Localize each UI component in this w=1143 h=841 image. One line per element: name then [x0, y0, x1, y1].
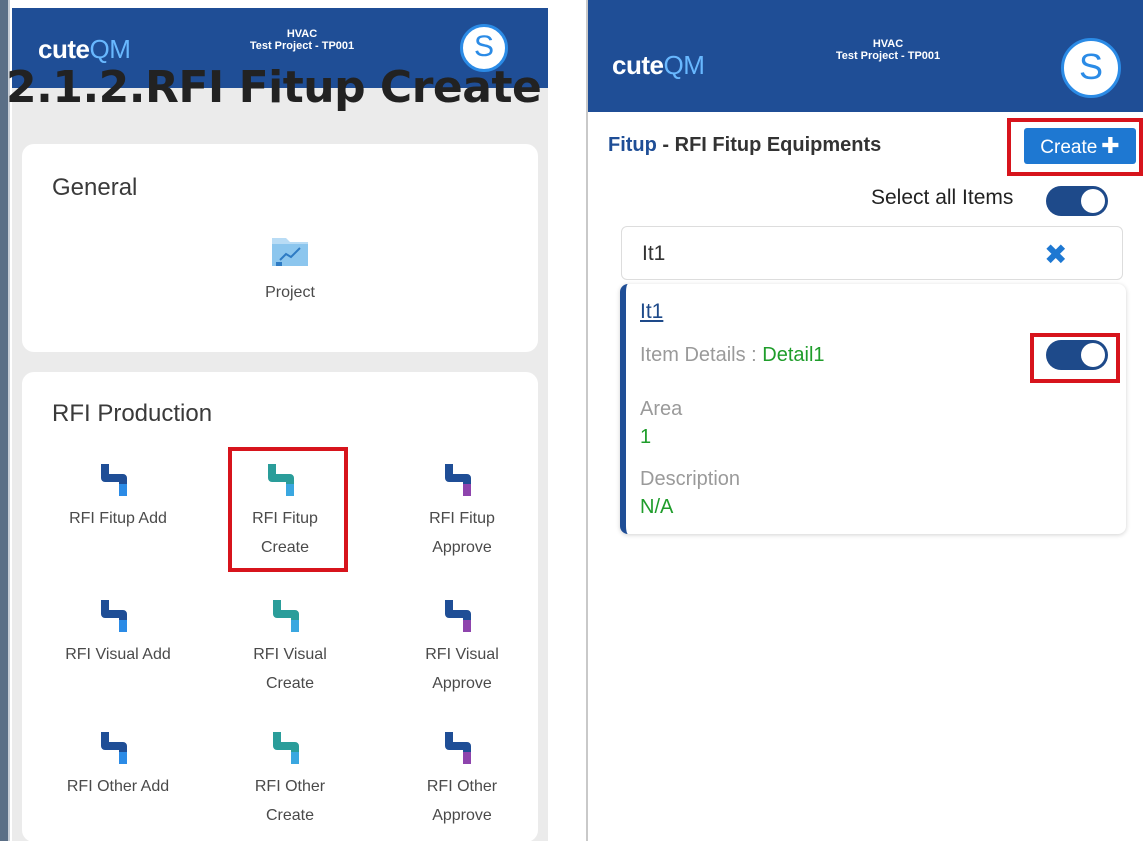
project-label: Test Project - TP001 [249, 40, 355, 52]
tile-rfi-fitup-approve[interactable]: RFI Fitup Approve [402, 462, 522, 562]
pipe-elbow-icon [101, 732, 127, 764]
general-title: General [52, 174, 138, 201]
brand-logo: cuteQM [612, 50, 705, 80]
tile-rfi-visual-approve[interactable]: RFI Visual Approve [402, 598, 522, 698]
project-label: Test Project - TP001 [835, 50, 941, 62]
pipe-elbow-icon [273, 732, 299, 764]
item-details-value: Detail1 [762, 344, 825, 366]
tile-rfi-fitup-add[interactable]: RFI Fitup Add [58, 462, 178, 533]
pipe-elbow-icon [445, 732, 471, 764]
discipline-label: HVAC [872, 38, 904, 50]
tile-label: RFI Visual Add [65, 646, 171, 663]
pipe-elbow-icon [101, 600, 127, 632]
rfi-production-title: RFI Production [52, 400, 213, 427]
brand-logo: cuteQM [38, 34, 131, 64]
tile-rfi-visual-create[interactable]: RFI Visual Create [230, 598, 350, 698]
tile-label: RFI Visual Create [253, 646, 327, 692]
rfi-production-card: RFI Production RFI Fitup Add RFI Fitup C… [22, 372, 538, 841]
tile-label: RFI Fitup Approve [429, 510, 495, 556]
item-details-row: Item Details : Detail1 [640, 344, 825, 366]
chart-folder-icon [272, 238, 308, 266]
pipe-elbow-icon [445, 600, 471, 632]
close-icon[interactable]: ✖ [1044, 238, 1067, 271]
toggle-knob [1081, 189, 1105, 213]
item-card: It1 Item Details : Detail1 Area 1 Descri… [620, 284, 1126, 534]
project-info: HVAC Test Project - TP001 [222, 28, 382, 52]
tile-rfi-other-create[interactable]: RFI Other Create [230, 730, 350, 830]
select-all-label: Select all Items [871, 186, 1014, 209]
avatar[interactable]: S [1061, 38, 1121, 98]
item-name-link[interactable]: It1 [640, 300, 663, 324]
tile-label: RFI Other Add [66, 778, 170, 795]
select-all-toggle[interactable] [1046, 186, 1108, 216]
area-label: Area [640, 398, 683, 420]
pipe-elbow-icon [445, 464, 471, 496]
discipline-label: HVAC [286, 28, 318, 40]
status-bar [588, 0, 1143, 22]
tile-label: RFI Fitup Add [69, 510, 167, 527]
page-title: Fitup - RFI Fitup Equipments [608, 134, 882, 156]
project-info: HVAC Test Project - TP001 [808, 38, 968, 62]
home-screen: cuteQM HVAC Test Project - TP001 S Gener… [12, 8, 548, 841]
area-value: 1 [640, 426, 652, 448]
page-border [0, 0, 8, 841]
tile-label: RFI Other Create [254, 778, 326, 824]
search-field: ✖ [621, 226, 1123, 280]
tile-rfi-other-approve[interactable]: RFI Other Approve [402, 730, 522, 830]
tile-label: RFI Other Approve [426, 778, 498, 824]
tile-project[interactable]: Project [230, 232, 350, 307]
tile-rfi-other-add[interactable]: RFI Other Add [58, 730, 178, 801]
general-card: General Project [22, 144, 538, 352]
tile-label: Project [265, 284, 315, 301]
search-input[interactable] [640, 239, 1024, 269]
highlight-box-fitup-create [228, 447, 348, 572]
document-heading: 2.1.2.RFI Fitup Create [6, 62, 542, 113]
highlight-box-item-toggle [1030, 333, 1120, 383]
tile-rfi-visual-add[interactable]: RFI Visual Add [58, 598, 178, 669]
page-border-inner [8, 0, 10, 841]
description-label: Description [640, 468, 741, 490]
pipe-elbow-icon [101, 464, 127, 496]
description-value: N/A [640, 496, 674, 518]
tile-label: RFI Visual Approve [425, 646, 499, 692]
pipe-elbow-icon [273, 600, 299, 632]
highlight-box-create [1007, 118, 1143, 176]
app-bar: cuteQM HVAC Test Project - TP001 S [588, 22, 1143, 112]
